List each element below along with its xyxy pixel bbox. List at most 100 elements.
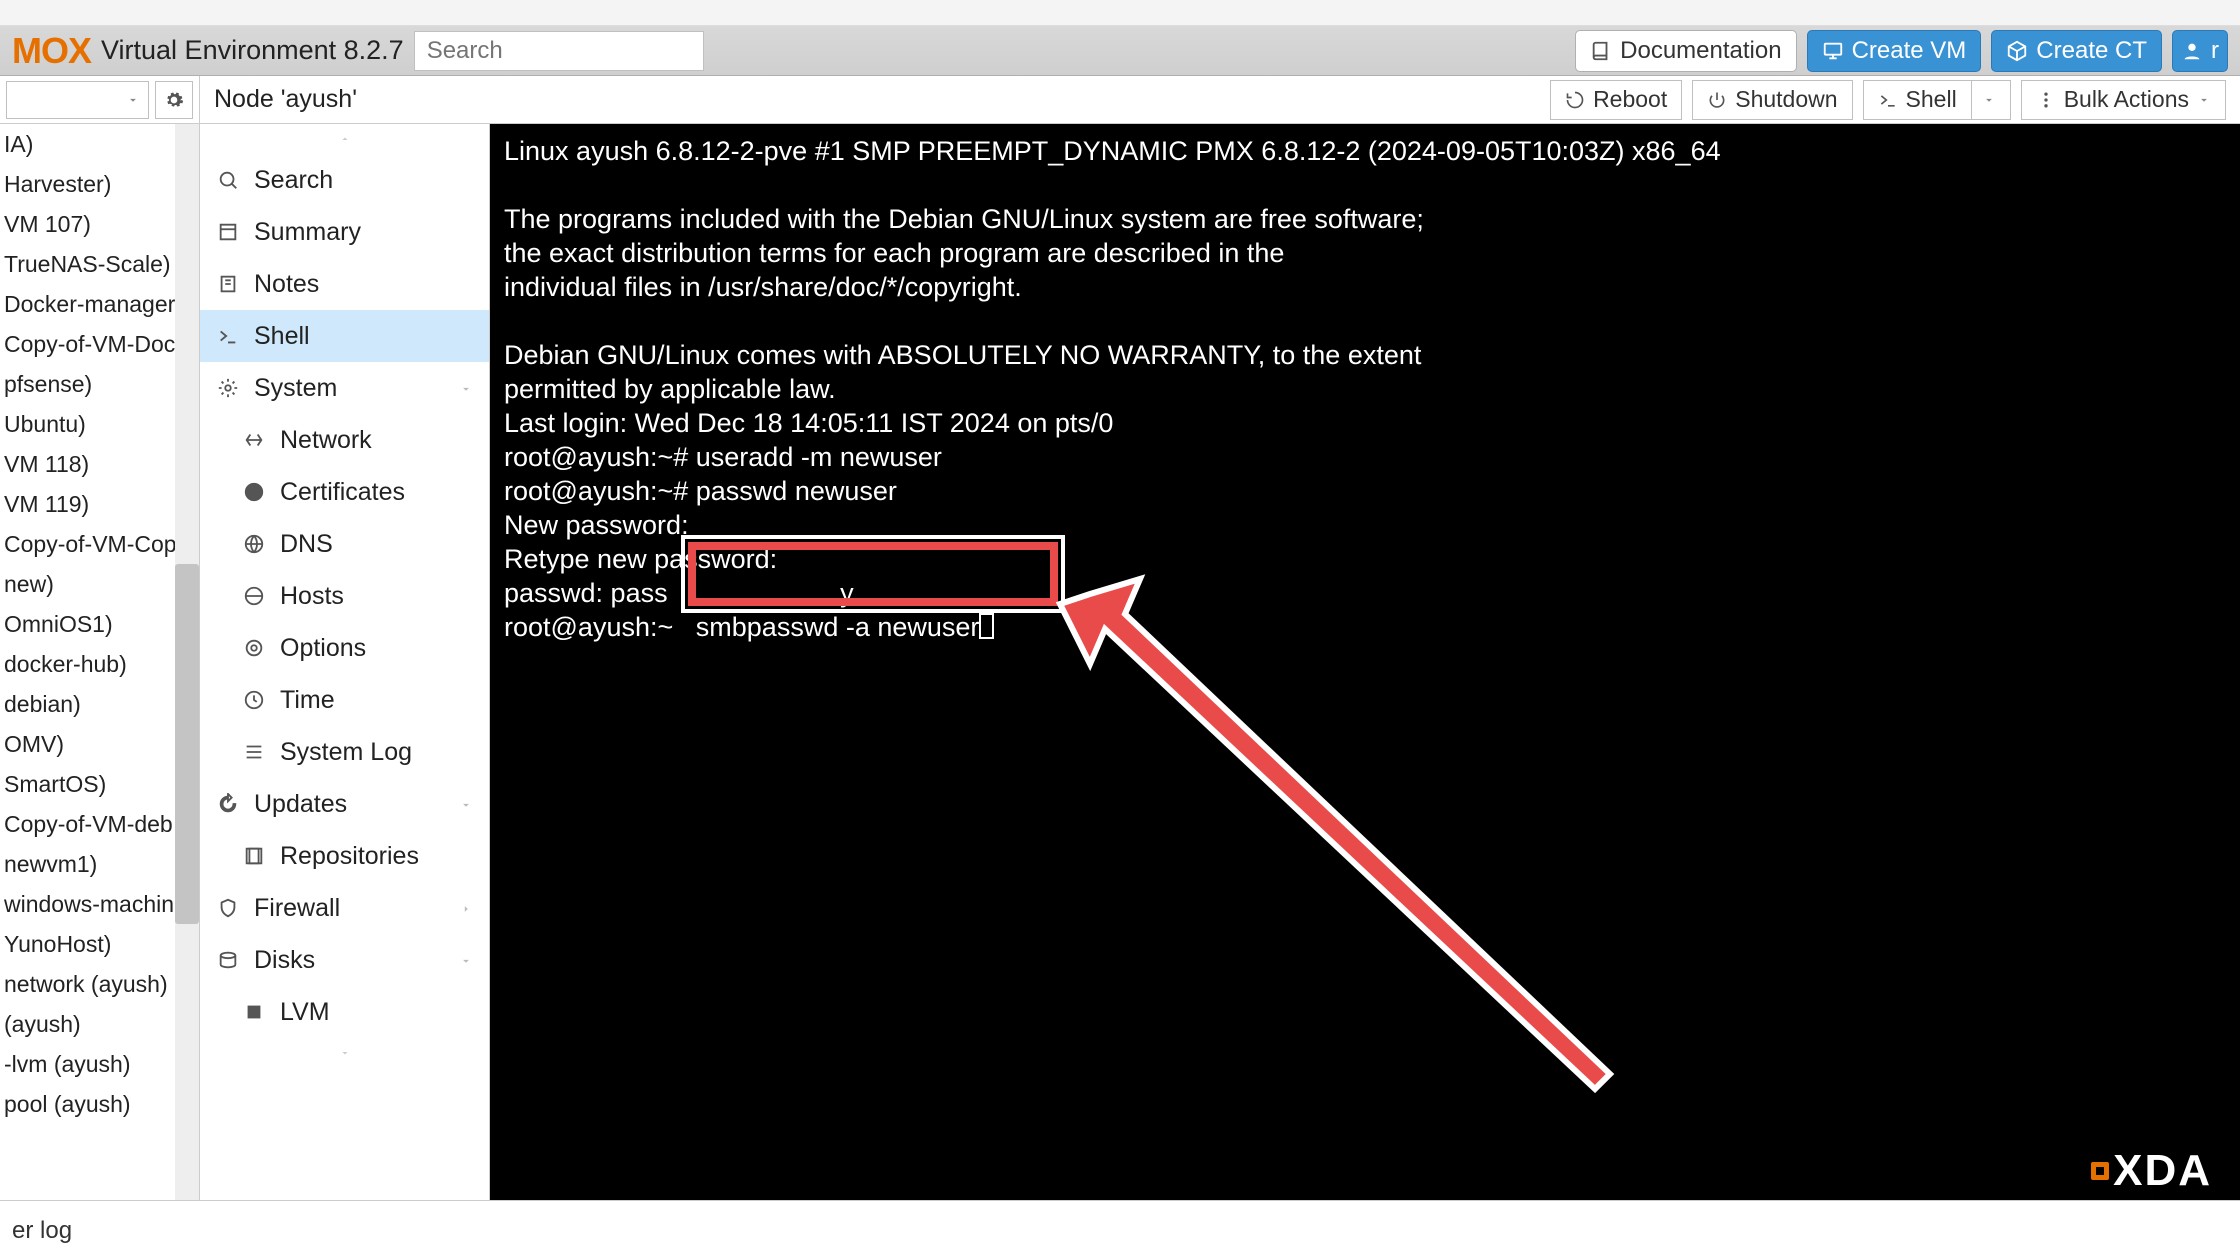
resource-tree[interactable]: IA)Harvester)VM 107)TrueNAS-Scale)Docker…	[0, 124, 199, 1200]
tree-item[interactable]: VM 119)	[0, 484, 199, 524]
sidenav-collapse-up[interactable]	[200, 124, 489, 154]
annotation-highlight-box	[688, 542, 1058, 606]
tree-item[interactable]: YunoHost)	[0, 924, 199, 964]
tree-item[interactable]: Harvester)	[0, 164, 199, 204]
tree-item[interactable]: pfsense)	[0, 364, 199, 404]
sidenav-item-hosts[interactable]: Hosts	[200, 570, 489, 622]
tree-item[interactable]: -lvm (ayush)	[0, 1044, 199, 1084]
tree-item[interactable]: network (ayush)	[0, 964, 199, 1004]
tree-item[interactable]: SmartOS)	[0, 764, 199, 804]
sidenav-item-time[interactable]: Time	[200, 674, 489, 726]
tree-item[interactable]: Copy-of-VM-Cop	[0, 524, 199, 564]
lvm-icon	[242, 1000, 266, 1024]
sidenav-item-certificates[interactable]: Certificates	[200, 466, 489, 518]
sidenav-collapse-down[interactable]	[200, 1038, 489, 1068]
term-line: permitted by applicable law.	[504, 374, 836, 404]
options-icon	[242, 636, 266, 660]
tree-settings-button[interactable]	[155, 81, 193, 119]
tree-item[interactable]: new)	[0, 564, 199, 604]
system-icon	[216, 376, 240, 400]
tree-item[interactable]: windows-machin	[0, 884, 199, 924]
sidenav-item-label: Notes	[254, 270, 319, 299]
sidenav-item-disks[interactable]: Disks	[200, 934, 489, 986]
tree-item[interactable]: VM 118)	[0, 444, 199, 484]
create-vm-label: Create VM	[1852, 37, 1967, 65]
sidenav-item-label: Network	[280, 426, 372, 455]
documentation-label: Documentation	[1620, 37, 1781, 65]
sidenav-item-label: Time	[280, 686, 335, 715]
sidenav-item-network[interactable]: Network	[200, 414, 489, 466]
sidenav-item-label: Firewall	[254, 894, 340, 923]
sidenav-item-label: Hosts	[280, 582, 344, 611]
chevron-down-icon	[1982, 93, 1996, 107]
chevron-up-icon	[335, 133, 355, 145]
app-header: MOX Virtual Environment 8.2.7 Documentat…	[0, 26, 2240, 76]
sidenav-item-repositories[interactable]: Repositories	[200, 830, 489, 882]
chevron-down-icon	[335, 1047, 355, 1059]
sidenav-item-firewall[interactable]: Firewall	[200, 882, 489, 934]
tree-scrollbar-thumb[interactable]	[175, 564, 199, 924]
create-ct-label: Create CT	[2036, 37, 2147, 65]
search-input[interactable]	[414, 31, 704, 71]
term-line: Last login: Wed Dec 18 14:05:11 IST 2024…	[504, 408, 1113, 438]
reboot-button[interactable]: Reboot	[1550, 80, 1682, 120]
term-line: New password:	[504, 510, 689, 540]
tree-scrollbar[interactable]	[175, 124, 199, 1200]
term-line: Linux ayush 6.8.12-2-pve #1 SMP PREEMPT_…	[504, 136, 1721, 166]
tree-item[interactable]: TrueNAS-Scale)	[0, 244, 199, 284]
sidenav-item-notes[interactable]: Notes	[200, 258, 489, 310]
product-version: Virtual Environment 8.2.7	[101, 35, 404, 66]
tree-item[interactable]: debian)	[0, 684, 199, 724]
tree-item[interactable]: IA)	[0, 124, 199, 164]
dns-icon	[242, 532, 266, 556]
terminal-icon	[1878, 90, 1898, 110]
tree-item[interactable]: Docker-manager	[0, 284, 199, 324]
sidenav-item-label: Repositories	[280, 842, 419, 871]
user-menu-button[interactable]: r	[2172, 30, 2228, 72]
sidenav-item-updates[interactable]: Updates	[200, 778, 489, 830]
power-icon	[1707, 90, 1727, 110]
tree-item[interactable]: Copy-of-VM-Doc	[0, 324, 199, 364]
documentation-button[interactable]: Documentation	[1575, 30, 1796, 72]
tree-item[interactable]: OMV)	[0, 724, 199, 764]
sidenav-item-label: Search	[254, 166, 333, 195]
tree-item[interactable]: OmniOS1)	[0, 604, 199, 644]
tree-item[interactable]: pool (ayush)	[0, 1084, 199, 1124]
chevron-down-icon	[459, 946, 473, 975]
create-ct-button[interactable]: Create CT	[1991, 30, 2162, 72]
sidenav-item-options[interactable]: Options	[200, 622, 489, 674]
view-selector-dropdown[interactable]	[6, 81, 149, 119]
chevron-down-icon	[2197, 93, 2211, 107]
tree-item[interactable]: Ubuntu)	[0, 404, 199, 444]
updates-icon	[216, 792, 240, 816]
bulk-actions-button[interactable]: Bulk Actions	[2021, 80, 2226, 120]
shell-terminal[interactable]: Linux ayush 6.8.12-2-pve #1 SMP PREEMPT_…	[490, 124, 2240, 1200]
sidenav-item-label: Certificates	[280, 478, 405, 507]
bottom-log-bar[interactable]: er log	[0, 1200, 2240, 1260]
sidenav-item-dns[interactable]: DNS	[200, 518, 489, 570]
sidenav-item-shell[interactable]: Shell	[200, 310, 489, 362]
sidenav-item-search[interactable]: Search	[200, 154, 489, 206]
node-toolbar: Node 'ayush' Reboot Shutdown Shell Bulk …	[200, 76, 2240, 124]
sidenav-item-system-log[interactable]: System Log	[200, 726, 489, 778]
syslog-icon	[242, 740, 266, 764]
tree-item[interactable]: VM 107)	[0, 204, 199, 244]
create-vm-button[interactable]: Create VM	[1807, 30, 1982, 72]
monitor-icon	[1822, 40, 1844, 62]
tree-item[interactable]: (ayush)	[0, 1004, 199, 1044]
tree-item[interactable]: docker-hub)	[0, 644, 199, 684]
term-line: individual files in /usr/share/doc/*/cop…	[504, 272, 1022, 302]
term-line: root@ayush:~ smbpasswd -a newuser	[504, 612, 994, 642]
browser-chrome-strip	[0, 0, 2240, 26]
shell-dropdown-button[interactable]: Shell	[1863, 80, 2011, 120]
tree-item[interactable]: Copy-of-VM-deb	[0, 804, 199, 844]
user-icon	[2181, 40, 2203, 62]
shutdown-button[interactable]: Shutdown	[1692, 80, 1852, 120]
tree-item[interactable]: newvm1)	[0, 844, 199, 884]
sidenav-item-system[interactable]: System	[200, 362, 489, 414]
repos-icon	[242, 844, 266, 868]
sidenav-item-label: Options	[280, 634, 366, 663]
sidenav-item-lvm[interactable]: LVM	[200, 986, 489, 1038]
summary-icon	[216, 220, 240, 244]
sidenav-item-summary[interactable]: Summary	[200, 206, 489, 258]
